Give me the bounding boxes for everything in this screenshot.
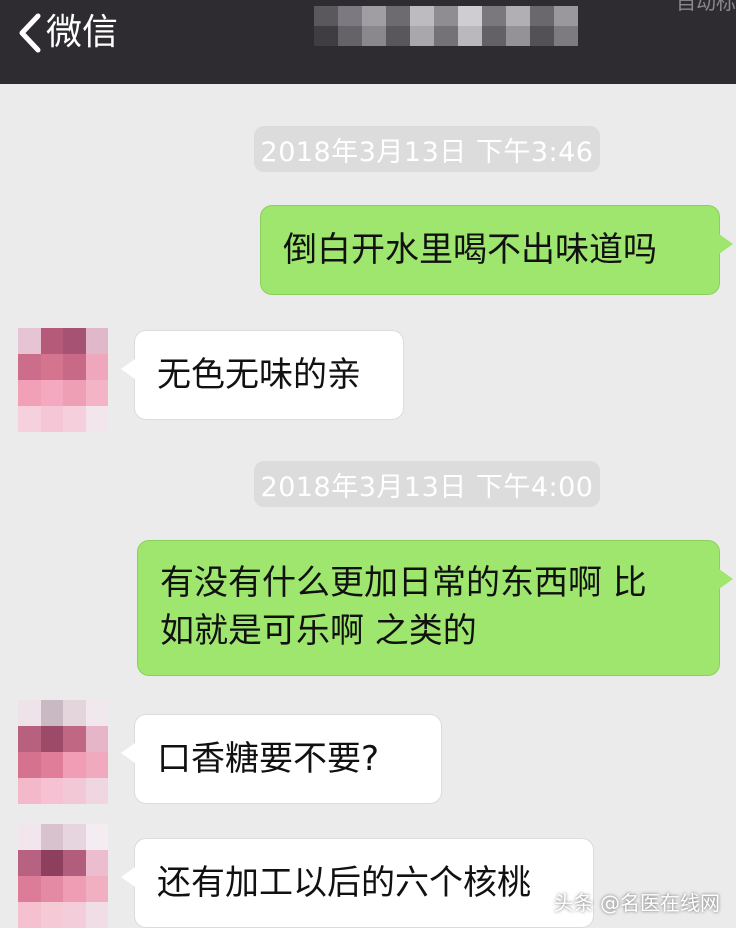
received-message-bubble[interactable]: 口香糖要不要? [121, 714, 442, 804]
message-text: 倒白开水里喝不出味道吗 [283, 230, 657, 270]
message-text: 无色无味的亲 [157, 355, 361, 395]
corner-text: 自动标 [676, 0, 736, 14]
message-text: 口香糖要不要? [157, 739, 380, 779]
timestamp: 2018年3月13日 下午3:46 [254, 126, 600, 172]
message-text-line-1: 有没有什么更加日常的东西啊 比 [160, 563, 647, 603]
chat-title-pixelated [314, 6, 578, 46]
chevron-left-icon [19, 13, 41, 53]
sent-message-bubble[interactable]: 倒白开水里喝不出味道吗 [260, 205, 733, 295]
contact-avatar[interactable] [18, 700, 108, 804]
source-watermark: 头条 @名医在线网 [553, 891, 720, 915]
received-message-bubble[interactable]: 还有加工以后的六个核桃 [121, 838, 594, 928]
contact-avatar[interactable] [18, 328, 108, 432]
message-text-line-2: 如就是可乐啊 之类的 [160, 611, 477, 651]
message-text: 还有加工以后的六个核桃 [157, 863, 531, 903]
sent-message-bubble[interactable]: 有没有什么更加日常的东西啊 比 如就是可乐啊 之类的 [137, 540, 733, 676]
back-button[interactable]: 微信 [14, 10, 118, 56]
received-message-bubble[interactable]: 无色无味的亲 [121, 330, 404, 420]
top-navigation-bar: 微信 自动标 [0, 0, 736, 84]
back-label: 微信 [46, 12, 119, 53]
timestamp: 2018年3月13日 下午4:00 [254, 461, 600, 507]
contact-avatar[interactable] [18, 824, 108, 928]
